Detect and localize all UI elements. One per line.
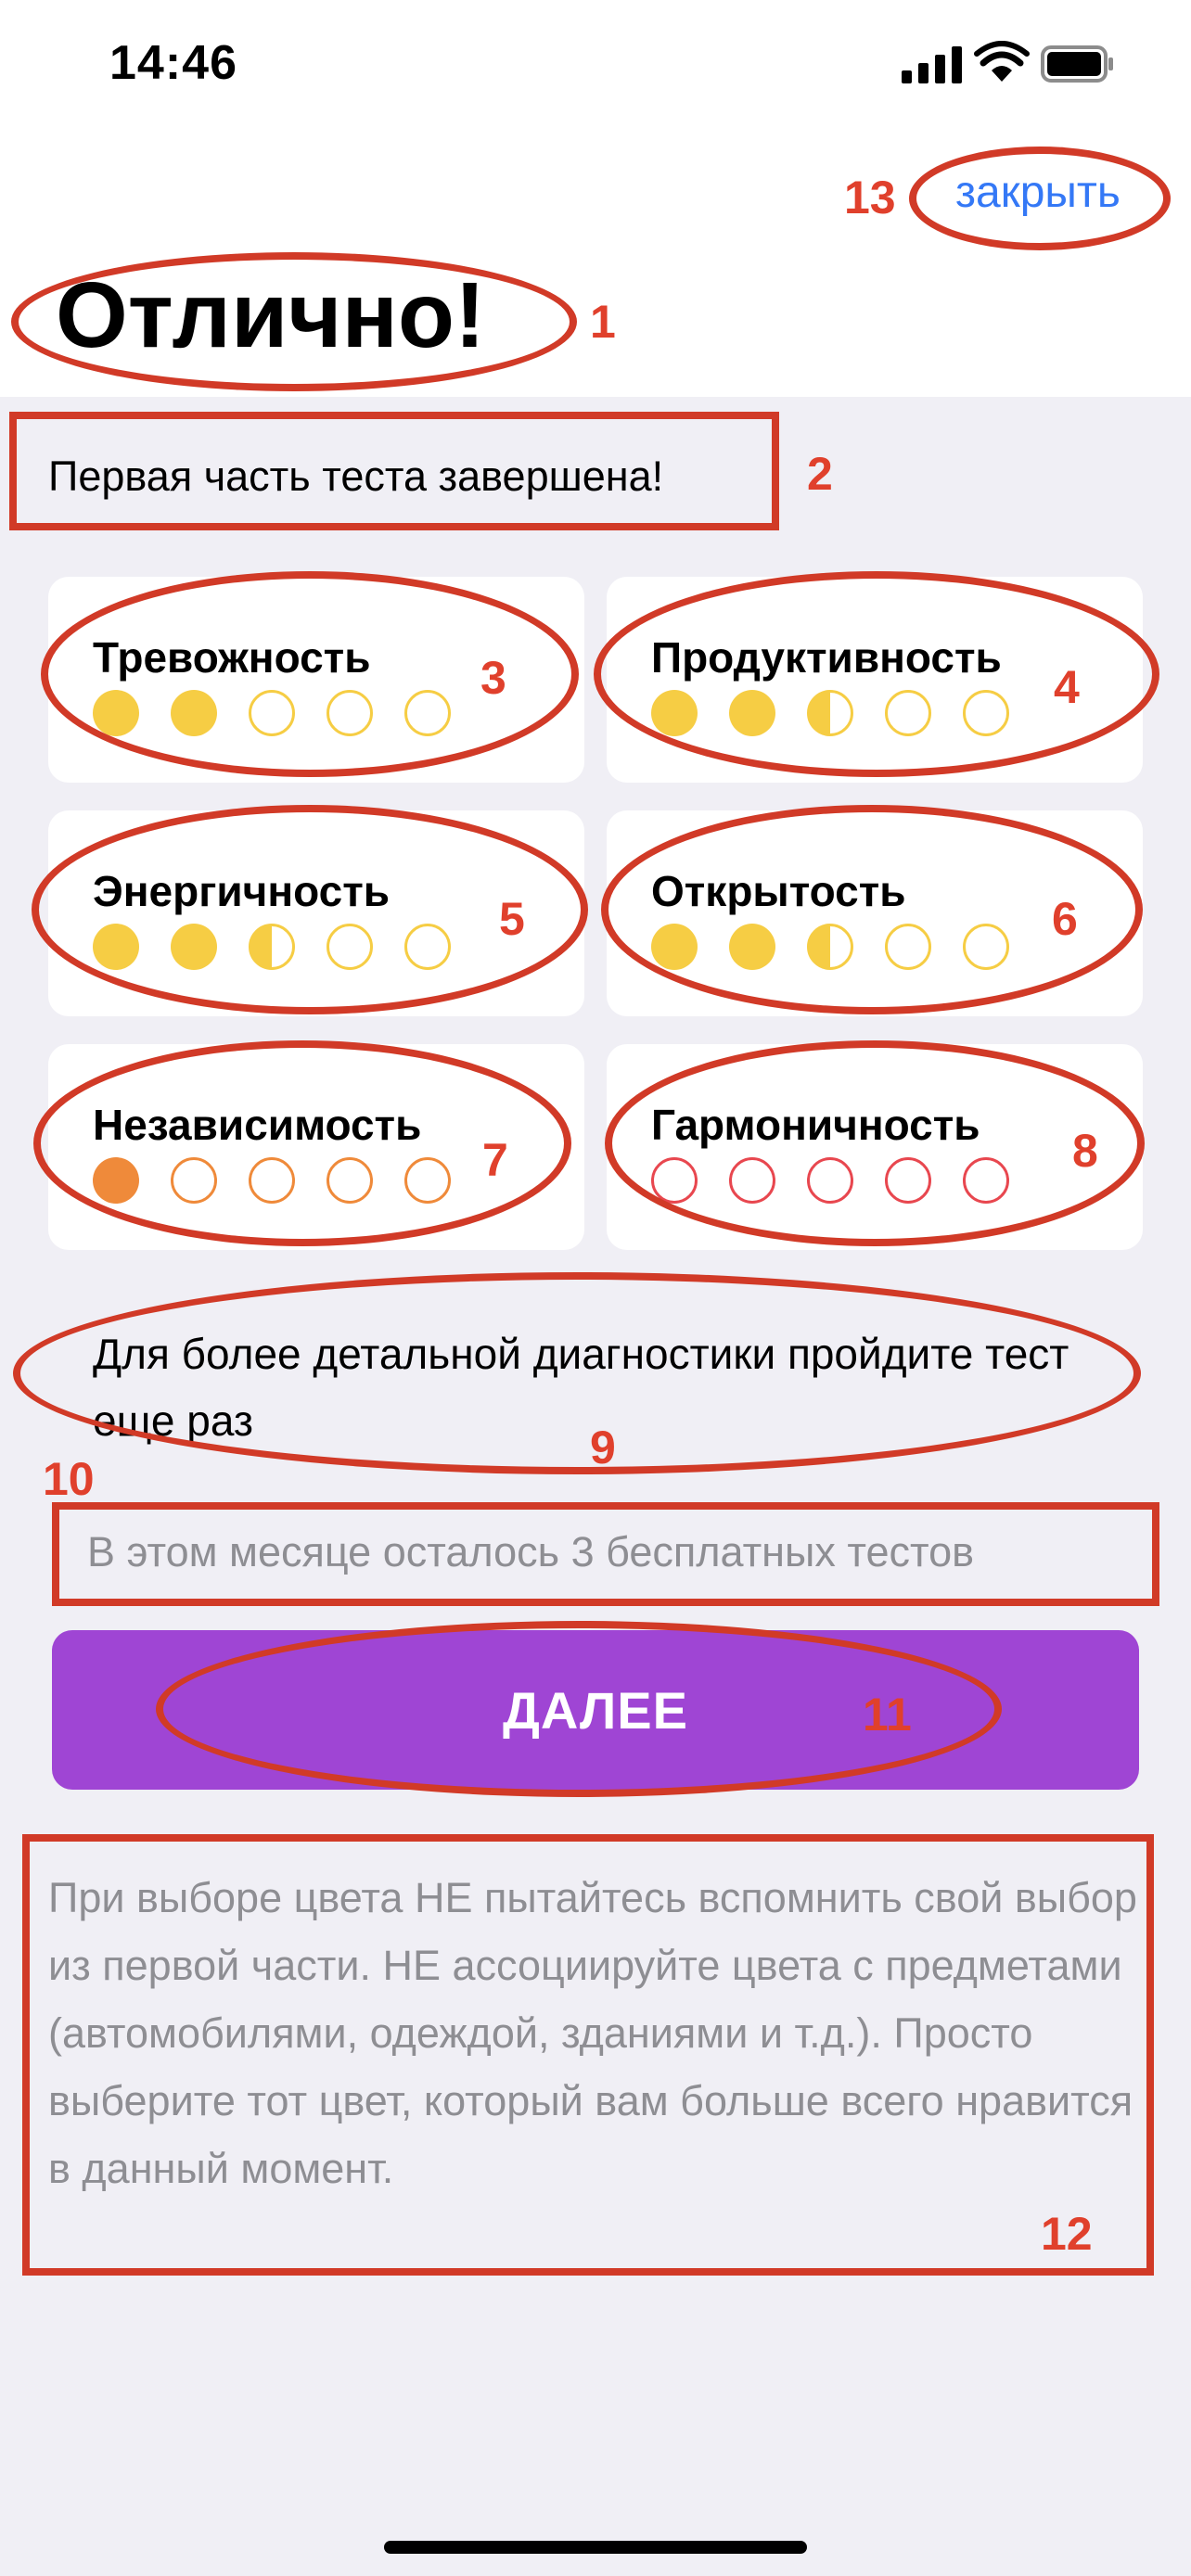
annotation-box-10 <box>52 1502 1159 1606</box>
annotation-box-2 <box>9 412 779 530</box>
status-time: 14:46 <box>109 36 237 90</box>
annotation-label-6: 6 <box>1052 893 1078 945</box>
annotation-box-12 <box>22 1834 1154 2276</box>
annotation-label-7: 7 <box>482 1134 508 1186</box>
annotation-label-4: 4 <box>1054 661 1080 713</box>
annotation-label-10: 10 <box>43 1453 95 1505</box>
annotation-label-8: 8 <box>1072 1125 1098 1177</box>
annotation-label-3: 3 <box>480 652 506 704</box>
annotation-ellipse-1 <box>11 252 577 391</box>
annotation-label-9: 9 <box>590 1422 616 1473</box>
annotation-label-11: 11 <box>863 1689 912 1741</box>
annotation-label-5: 5 <box>499 893 525 945</box>
cellular-signal-icon <box>902 46 962 83</box>
annotation-label-2: 2 <box>807 448 833 500</box>
annotation-label-12: 12 <box>1041 2208 1093 2260</box>
home-indicator[interactable] <box>384 2541 807 2554</box>
annotation-ellipse-9 <box>13 1272 1141 1474</box>
annotation-label-1: 1 <box>590 296 616 348</box>
annotation-label-13: 13 <box>844 172 896 223</box>
annotation-ellipse-13 <box>909 147 1171 250</box>
wifi-icon <box>974 41 1030 82</box>
battery-icon <box>1041 45 1113 83</box>
annotation-ellipse-8 <box>605 1040 1145 1246</box>
